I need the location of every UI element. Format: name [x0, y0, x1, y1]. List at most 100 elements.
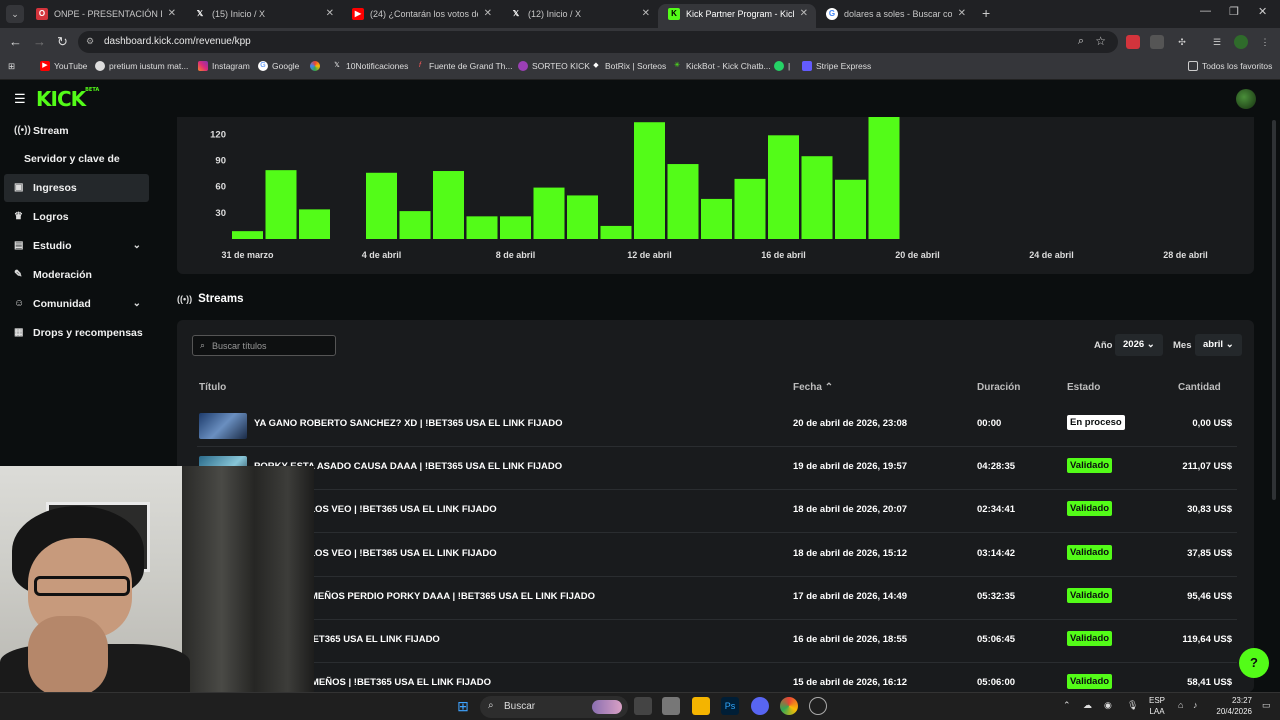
chart-bar[interactable]: [701, 198, 732, 239]
chart-bar[interactable]: [399, 211, 431, 239]
notifications-icon[interactable]: ▭: [1262, 700, 1271, 711]
new-tab-button[interactable]: +: [982, 5, 990, 21]
browser-tab-active[interactable]: K Kick Partner Program - Kick Da ✕: [658, 4, 816, 28]
chart-bar[interactable]: [801, 156, 833, 239]
photoshop-icon[interactable]: Ps: [721, 697, 739, 715]
language-indicator[interactable]: ESP LAA: [1148, 695, 1166, 717]
site-info-icon[interactable]: ⚙: [86, 36, 98, 48]
sidebar-item-comunidad[interactable]: ☺ Comunidad ⌄: [4, 290, 149, 318]
sidebar-item-servidor[interactable]: Servidor y clave de retransn: [4, 145, 149, 193]
menu-icon[interactable]: ☰: [14, 91, 26, 107]
sidebar-item-ingresos[interactable]: ▣ Ingresos: [4, 174, 149, 202]
bookmark-youtube[interactable]: ▶ YouTube: [40, 61, 87, 71]
forward-arrow-icon[interactable]: →: [33, 34, 46, 50]
table-row[interactable]: SOSTADOS LOS VEO | !BET365 USA EL LINK F…: [197, 534, 1237, 577]
table-row[interactable]: SOSTADOS LOS VEO | !BET365 USA EL LINK F…: [197, 490, 1237, 534]
stream-title[interactable]: YA GANO ROBERTO SANCHEZ? XD | !BET365 US…: [254, 418, 562, 429]
chart-bar[interactable]: [366, 172, 397, 239]
app-icon[interactable]: [809, 697, 827, 715]
sidebar-item-drops[interactable]: ▦ Drops y recompensas: [4, 319, 149, 347]
column-title[interactable]: Título: [199, 382, 226, 393]
bookmark-star-icon[interactable]: ☆: [1095, 34, 1106, 48]
browser-tab[interactable]: 𝕏 (15) Inicio / X ✕: [184, 4, 342, 28]
minimize-icon[interactable]: —: [1200, 5, 1211, 17]
sidebar-item-stream[interactable]: ((•)) Stream: [4, 117, 149, 145]
chart-bar[interactable]: [734, 178, 766, 239]
chart-bar[interactable]: [466, 216, 498, 239]
chart-bar[interactable]: [299, 209, 330, 239]
column-status[interactable]: Estado: [1067, 382, 1100, 393]
bookmark-botrix[interactable]: ◆ BotRix | Sorteos: [591, 61, 666, 71]
bookmark-whatsapp[interactable]: |: [774, 61, 790, 71]
taskbar-clock[interactable]: 23:27 20/4/2026: [1210, 695, 1252, 717]
year-select[interactable]: 2026 ⌄: [1115, 334, 1163, 356]
chart-bar[interactable]: [500, 216, 531, 239]
taskbar-search[interactable]: ⌕ Buscar: [480, 696, 628, 718]
kick-logo[interactable]: KICKBETA: [36, 87, 99, 111]
browser-tab[interactable]: ▶ (24) ¿Contarán los votos de act ✕: [342, 4, 500, 28]
volume-icon[interactable]: ♪: [1193, 700, 1198, 710]
column-date[interactable]: Fecha ⌃: [793, 382, 833, 393]
help-chat-button[interactable]: ?: [1239, 648, 1269, 678]
chart-bar[interactable]: [868, 117, 900, 239]
url-text[interactable]: dashboard.kick.com/revenue/kpp: [104, 36, 251, 47]
more-menu-icon[interactable]: ⋮: [1258, 35, 1272, 49]
bookmark-stripe[interactable]: Stripe Express: [802, 61, 871, 71]
bookmark-gta[interactable]: f Fuente de Grand Th...: [415, 61, 512, 71]
task-view-icon[interactable]: [634, 697, 652, 715]
media-icon[interactable]: ☰: [1210, 35, 1224, 49]
puzzle-icon[interactable]: ✣: [1175, 35, 1189, 49]
bookmark-kickbot[interactable]: ✳ KickBot - Kick Chatb...: [672, 61, 771, 71]
extension-icon[interactable]: [1126, 35, 1140, 49]
search-input[interactable]: [212, 339, 330, 352]
browser-tab[interactable]: G dolares a soles - Buscar con Go ✕: [816, 4, 974, 28]
page-scrollbar[interactable]: [1272, 120, 1276, 500]
back-arrow-icon[interactable]: ←: [9, 34, 22, 50]
column-amount[interactable]: Cantidad: [1178, 382, 1221, 393]
table-row[interactable]: LOS VEO LEMEÑOS | !BET365 USA EL LINK FI…: [197, 663, 1237, 692]
bookmark-notificaciones[interactable]: 𝕏 10Notificaciones: [332, 61, 408, 71]
tab-search-button[interactable]: ⌄: [6, 5, 24, 23]
close-icon[interactable]: ✕: [800, 4, 808, 24]
chart-bar[interactable]: [265, 170, 297, 239]
app-icon[interactable]: [662, 697, 680, 715]
profile-avatar[interactable]: [1234, 35, 1248, 49]
microphone-icon[interactable]: 🎙: [1127, 700, 1138, 711]
extension-icon[interactable]: [1150, 35, 1164, 49]
sidebar-item-moderacion[interactable]: ✎ Moderación: [4, 261, 149, 289]
column-duration[interactable]: Duración: [977, 382, 1020, 393]
close-icon[interactable]: ✕: [642, 4, 650, 24]
chart-bar[interactable]: [768, 135, 799, 239]
search-box[interactable]: ⌕: [192, 335, 336, 356]
chart-bar[interactable]: [667, 164, 699, 239]
table-row[interactable]: LEMEÑO | !BET365 USA EL LINK FIJADO 16 de…: [197, 620, 1237, 663]
sidebar-item-estudio[interactable]: ▤ Estudio ⌄: [4, 232, 149, 260]
browser-tab[interactable]: O ONPE - PRESENTACIÓN DE RES ✕: [26, 4, 184, 28]
close-icon[interactable]: ✕: [958, 4, 966, 24]
tray-chevron-icon[interactable]: ⌃: [1063, 700, 1071, 711]
close-icon[interactable]: ✕: [168, 4, 176, 24]
chart-bar[interactable]: [567, 195, 598, 239]
file-explorer-icon[interactable]: [692, 697, 710, 715]
window-close-icon[interactable]: ✕: [1258, 5, 1267, 18]
chart-bar[interactable]: [600, 225, 632, 239]
chart-bar[interactable]: [835, 179, 866, 239]
network-icon[interactable]: ⌂: [1178, 700, 1183, 710]
chart-bar[interactable]: [533, 187, 565, 239]
stream-thumbnail[interactable]: [199, 413, 247, 439]
browser-tab[interactable]: 𝕏 (12) Inicio / X ✕: [500, 4, 658, 28]
sidebar-item-logros[interactable]: ♛ Logros: [4, 203, 149, 231]
zoom-icon[interactable]: ⌕: [1078, 35, 1084, 48]
bookmark-sorteo[interactable]: SORTEO KICK: [518, 61, 590, 71]
bookmark-pretium[interactable]: pretium iustum mat...: [95, 61, 188, 71]
close-icon[interactable]: ✕: [326, 4, 334, 24]
table-row[interactable]: LES VEO LEMEÑOS PERDIO PORKY DAAA | !BET…: [197, 577, 1237, 620]
reload-icon[interactable]: ↻: [57, 34, 68, 50]
windows-start-icon[interactable]: ⊞: [454, 697, 472, 715]
all-bookmarks[interactable]: Todos los favoritos: [1188, 61, 1272, 71]
tray-app-icon[interactable]: ◉: [1104, 700, 1112, 711]
chart-bar[interactable]: [433, 171, 464, 239]
bookmark-google[interactable]: G Google: [258, 61, 299, 71]
apps-grid-icon[interactable]: ⊞: [8, 61, 15, 72]
restore-icon[interactable]: ❐: [1229, 5, 1239, 18]
